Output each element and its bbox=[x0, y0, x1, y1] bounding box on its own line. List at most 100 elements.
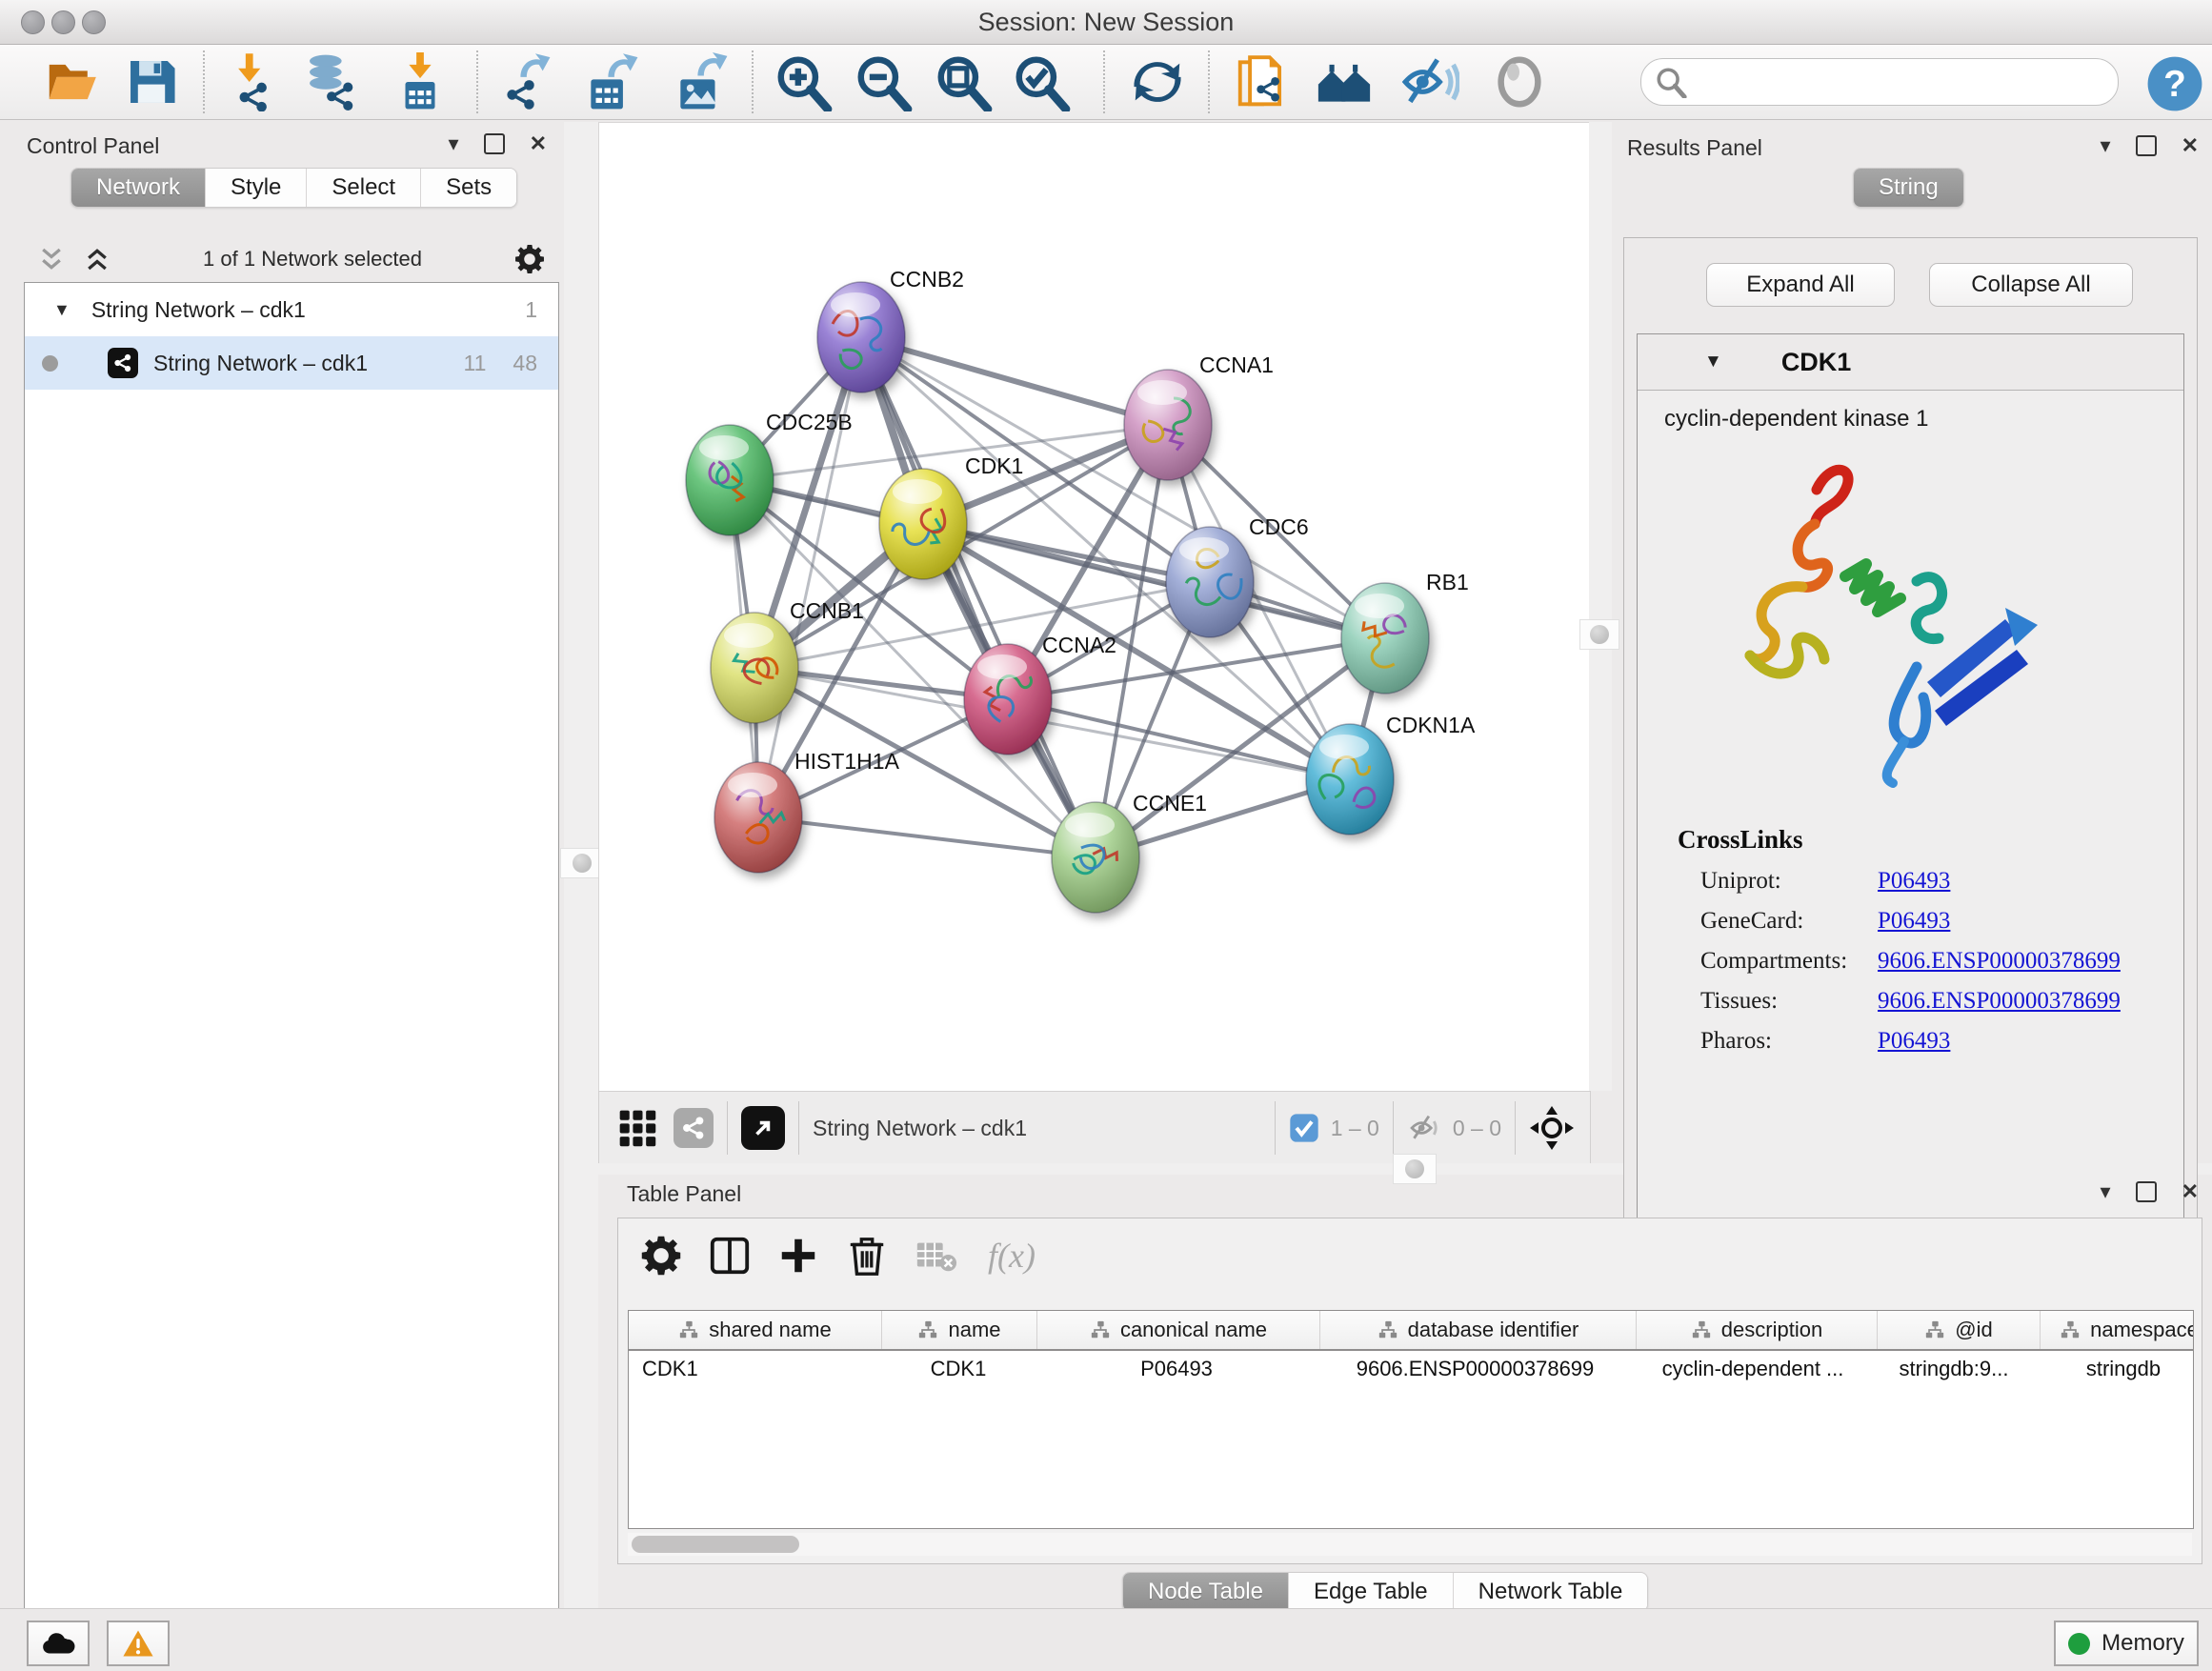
network-node-cdk1[interactable] bbox=[879, 469, 967, 579]
table-h-scrollbar[interactable] bbox=[628, 1533, 2192, 1556]
table-options-gear-icon[interactable] bbox=[639, 1234, 683, 1278]
network-node-ccnb1[interactable] bbox=[711, 613, 798, 723]
network-node-rb1[interactable] bbox=[1341, 583, 1429, 694]
open-session-icon[interactable] bbox=[42, 52, 101, 111]
network-collection-row[interactable]: ▼ String Network – cdk1 1 bbox=[25, 283, 558, 336]
network-node-ccnb2[interactable] bbox=[817, 282, 905, 393]
column-header-shared-name[interactable]: shared name bbox=[629, 1311, 882, 1349]
network-row-selected[interactable]: String Network – cdk1 11 48 bbox=[25, 336, 558, 390]
tab-select[interactable]: Select bbox=[307, 169, 421, 207]
tab-network[interactable]: Network bbox=[71, 169, 206, 207]
import-network-file-icon[interactable] bbox=[221, 52, 280, 111]
tab-node-table[interactable]: Node Table bbox=[1123, 1573, 1289, 1611]
function-builder-button[interactable]: f(x) bbox=[988, 1236, 1036, 1276]
network-node-cdkn1a[interactable] bbox=[1306, 724, 1394, 835]
collapse-all-button[interactable]: Collapse All bbox=[1929, 263, 2133, 307]
network-share-icon[interactable] bbox=[674, 1108, 714, 1148]
panel-close-icon[interactable]: ✕ bbox=[2182, 1181, 2199, 1202]
gene-expander-icon[interactable]: ▼ bbox=[1704, 352, 1722, 372]
crosslink-link[interactable]: P06493 bbox=[1878, 868, 1950, 895]
panel-close-icon[interactable]: ✕ bbox=[2182, 135, 2199, 156]
clear-table-icon[interactable] bbox=[914, 1234, 957, 1278]
zoom-fit-icon[interactable] bbox=[934, 52, 993, 111]
network-node-cdc25b[interactable] bbox=[686, 425, 774, 535]
refresh-layout-icon[interactable] bbox=[1128, 52, 1187, 111]
import-table-icon[interactable] bbox=[391, 52, 450, 111]
selected-checkbox-icon[interactable] bbox=[1289, 1113, 1319, 1143]
table-cell[interactable]: CDK1 bbox=[881, 1357, 1036, 1381]
table-cell[interactable]: stringdb bbox=[2035, 1357, 2194, 1381]
expand-all-button[interactable]: Expand All bbox=[1706, 263, 1895, 307]
table-cell[interactable]: CDK1 bbox=[629, 1357, 881, 1381]
open-in-window-icon[interactable] bbox=[741, 1106, 785, 1150]
column-header-description[interactable]: description bbox=[1637, 1311, 1878, 1349]
delete-column-icon[interactable] bbox=[845, 1234, 889, 1278]
birdseye-icon[interactable] bbox=[1490, 52, 1549, 111]
search-input[interactable] bbox=[1695, 63, 2099, 99]
table-cell[interactable]: P06493 bbox=[1036, 1357, 1317, 1381]
share-document-icon[interactable] bbox=[1233, 52, 1292, 111]
table-cell[interactable]: stringdb:9... bbox=[1873, 1357, 2035, 1381]
table-cell[interactable]: 9606.ENSP00000378699 bbox=[1317, 1357, 1633, 1381]
panel-float-icon[interactable] bbox=[484, 133, 505, 154]
tab-style[interactable]: Style bbox=[206, 169, 307, 207]
zoom-in-icon[interactable] bbox=[774, 52, 833, 111]
network-options-gear-icon[interactable] bbox=[513, 243, 546, 275]
network-label: String Network – cdk1 bbox=[153, 351, 368, 376]
column-header-name[interactable]: name bbox=[882, 1311, 1037, 1349]
add-column-icon[interactable] bbox=[776, 1234, 820, 1278]
panel-collapse-icon[interactable]: ▾ bbox=[449, 133, 459, 154]
splitter-handle-icon[interactable] bbox=[573, 854, 592, 873]
panel-close-icon[interactable]: ✕ bbox=[530, 133, 547, 154]
column-header-database-identifier[interactable]: database identifier bbox=[1320, 1311, 1637, 1349]
network-node-cdc6[interactable] bbox=[1166, 527, 1254, 637]
export-table-icon[interactable] bbox=[581, 52, 640, 111]
tab-network-table[interactable]: Network Table bbox=[1454, 1573, 1648, 1611]
tab-edge-table[interactable]: Edge Table bbox=[1289, 1573, 1454, 1611]
scrollbar-thumb[interactable] bbox=[632, 1536, 799, 1553]
panel-collapse-icon[interactable]: ▾ bbox=[2101, 1181, 2111, 1202]
export-image-icon[interactable] bbox=[671, 52, 730, 111]
panel-float-icon[interactable] bbox=[2136, 1181, 2157, 1202]
tab-sets[interactable]: Sets bbox=[421, 169, 516, 207]
crosslink-link[interactable]: 9606.ENSP00000378699 bbox=[1878, 988, 2121, 1015]
cloud-button[interactable] bbox=[27, 1621, 90, 1666]
table-row[interactable]: CDK1CDK1P064939606.ENSP00000378699cyclin… bbox=[629, 1351, 2193, 1387]
zoom-out-icon[interactable] bbox=[854, 52, 913, 111]
show-columns-icon[interactable] bbox=[708, 1234, 752, 1278]
gene-section-header[interactable]: ▼ CDK1 bbox=[1638, 334, 2183, 391]
save-session-icon[interactable] bbox=[122, 52, 181, 111]
zoom-selected-icon[interactable] bbox=[1012, 52, 1071, 111]
grid-view-icon[interactable] bbox=[616, 1107, 658, 1149]
panel-collapse-icon[interactable]: ▾ bbox=[2101, 135, 2111, 156]
network-canvas[interactable]: CCNB2CCNA1CDC25BCDK1CDC6RB1CCNB1CCNA2CDK… bbox=[598, 122, 1591, 1093]
export-network-icon[interactable] bbox=[493, 52, 553, 111]
memory-button[interactable]: Memory bbox=[2054, 1621, 2199, 1666]
column-header--id[interactable]: @id bbox=[1878, 1311, 2041, 1349]
collection-expander-icon[interactable]: ▼ bbox=[53, 300, 70, 320]
collapse-all-icon[interactable] bbox=[37, 245, 66, 273]
show-hide-graphics-icon[interactable] bbox=[1400, 52, 1459, 111]
birdseye-crosshair-icon[interactable] bbox=[1529, 1105, 1575, 1151]
network-node-hist1h1a[interactable] bbox=[714, 762, 802, 873]
column-header-namespace[interactable]: namespace bbox=[2041, 1311, 2194, 1349]
panel-float-icon[interactable] bbox=[2136, 135, 2157, 156]
vertical-splitter-right[interactable] bbox=[1589, 122, 1612, 1091]
import-network-database-icon[interactable] bbox=[301, 52, 360, 111]
warnings-button[interactable] bbox=[107, 1621, 170, 1666]
hidden-eye-icon[interactable] bbox=[1407, 1112, 1443, 1144]
expand-all-icon[interactable] bbox=[83, 245, 111, 273]
crosslink-link[interactable]: P06493 bbox=[1878, 908, 1950, 935]
network-node-ccna1[interactable] bbox=[1124, 370, 1212, 480]
vertical-splitter-left[interactable] bbox=[564, 122, 598, 1608]
string-home-icon[interactable] bbox=[1315, 52, 1374, 111]
crosslink-link[interactable]: P06493 bbox=[1878, 1028, 1950, 1055]
network-node-ccna2[interactable] bbox=[964, 644, 1052, 755]
crosslink-link[interactable]: 9606.ENSP00000378699 bbox=[1878, 948, 2121, 975]
splitter-handle-icon[interactable] bbox=[1590, 625, 1609, 644]
table-cell[interactable]: cyclin-dependent ... bbox=[1633, 1357, 1873, 1381]
help-icon[interactable]: ? bbox=[2145, 54, 2204, 113]
network-node-ccne1[interactable] bbox=[1052, 802, 1139, 913]
tab-string[interactable]: String bbox=[1854, 169, 1963, 207]
column-header-canonical-name[interactable]: canonical name bbox=[1037, 1311, 1320, 1349]
